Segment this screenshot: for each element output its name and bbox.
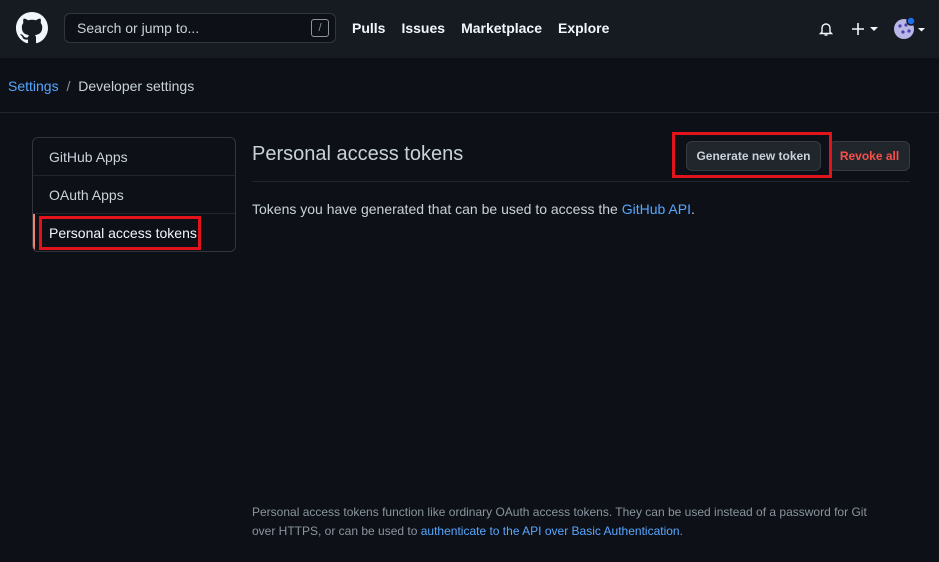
sidebar-item-label: GitHub Apps [49,149,128,165]
sidebar-item-oauth-apps[interactable]: OAuth Apps [33,176,235,214]
github-logo-icon[interactable] [16,12,48,44]
page-title: Personal access tokens [252,143,464,165]
nav-issues[interactable]: Issues [401,20,445,36]
slash-shortcut-icon: / [311,19,329,37]
notification-bell-icon[interactable] [818,21,834,37]
nav-pulls[interactable]: Pulls [352,20,385,36]
footer-suffix: . [679,524,683,538]
description-suffix: . [690,201,695,217]
footer-note: Personal access tokens function like ord… [252,503,892,541]
breadcrumb-separator: / [66,78,71,94]
highlight-box-generate [672,132,832,178]
github-api-link[interactable]: GitHub API [622,201,691,217]
sidebar-item-github-apps[interactable]: GitHub Apps [33,138,235,176]
highlight-box-sidebar [39,216,201,250]
header-divider [0,112,939,113]
breadcrumb: Settings / Developer settings [8,78,194,94]
global-nav: Pulls Issues Marketplace Explore [352,20,625,36]
title-divider [252,181,910,182]
create-new-plus-icon[interactable] [850,19,880,39]
search-placeholder: Search or jump to... [77,20,200,36]
sidebar-item-label: OAuth Apps [49,187,124,203]
basic-auth-link[interactable]: authenticate to the API over Basic Authe… [421,524,680,538]
revoke-all-button[interactable]: Revoke all [829,141,910,171]
search-input[interactable]: Search or jump to... / [64,13,336,43]
breadcrumb-current: Developer settings [78,78,195,94]
top-header: Search or jump to... / Pulls Issues Mark… [0,0,939,58]
nav-explore[interactable]: Explore [558,20,609,36]
description-text: Tokens you have generated that can be us… [252,201,622,217]
user-avatar-icon[interactable] [893,16,927,42]
tokens-description: Tokens you have generated that can be us… [252,201,695,217]
breadcrumb-settings-link[interactable]: Settings [8,78,59,94]
nav-marketplace[interactable]: Marketplace [461,20,542,36]
